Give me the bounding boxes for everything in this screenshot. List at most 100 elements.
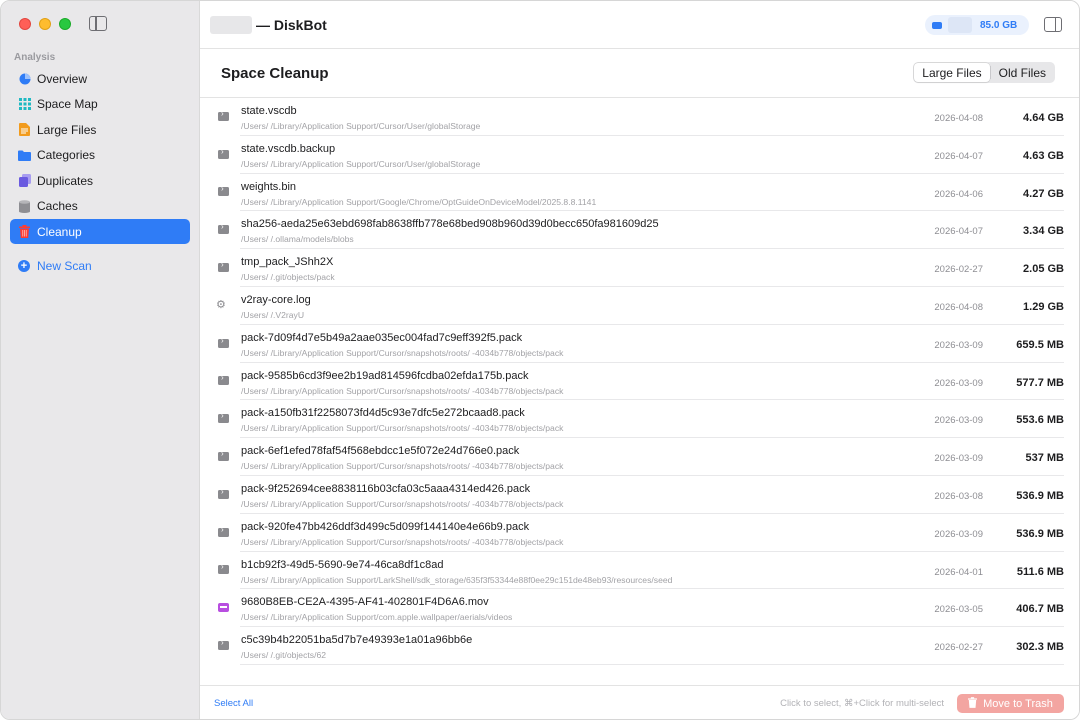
inspector-toggle-icon[interactable]	[1044, 17, 1062, 32]
file-path: /Users/ /Library/Application Support/com…	[241, 612, 513, 623]
file-name: pack-7d09f4d7e5b49a2aae035ec004fad7c9eff…	[241, 331, 523, 344]
table-row[interactable]: c5c39b4b22051ba5d7b7e49393e1a01a96bb6e /…	[200, 627, 1079, 665]
file-name: pack-6ef1efed78faf54f568ebdcc1e5f072e24d…	[241, 445, 520, 458]
close-window-button[interactable]	[19, 18, 31, 30]
plus-icon: +	[18, 260, 30, 272]
select-all-button[interactable]: Select All	[214, 698, 253, 709]
table-row[interactable]: state.vscdb /Users/ /Library/Application…	[200, 98, 1079, 136]
table-row[interactable]: pack-7d09f4d7e5b49a2aae035ec004fad7c9eff…	[200, 325, 1079, 363]
table-row[interactable]: tmp_pack_JShh2X /Users/ /.git/objects/pa…	[200, 249, 1079, 287]
table-row[interactable]: pack-6ef1efed78faf54f568ebdcc1e5f072e24d…	[200, 438, 1079, 476]
sidebar-item-label: Overview	[37, 71, 88, 86]
grid-icon	[18, 98, 31, 111]
table-row[interactable]: weights.bin /Users/ /Library/Application…	[200, 174, 1079, 212]
file-date: 2026-03-09	[934, 377, 983, 389]
file-size: 302.3 MB	[1016, 641, 1064, 654]
folder-icon	[218, 487, 229, 499]
file-name: pack-9585b6cd3f9ee2b19ad814596fcdba02efd…	[241, 369, 529, 382]
table-row[interactable]: 9680B8EB-CE2A-4395-AF41-402801F4D6A6.mov…	[200, 589, 1079, 628]
disk-icon	[932, 21, 942, 29]
app-window: Analysis Overview Space Map Large Files	[0, 0, 1080, 720]
file-path: /Users/ /.ollama/models/blobs	[241, 234, 354, 245]
file-date: 2026-02-27	[934, 264, 983, 276]
file-size: 536.9 MB	[1016, 527, 1064, 540]
document-icon	[18, 123, 31, 136]
file-date: 2026-03-09	[934, 528, 983, 540]
file-date: 2026-03-09	[934, 453, 983, 465]
sidebar-item-label: Caches	[37, 199, 78, 213]
window-controls	[19, 18, 71, 30]
duplicate-icon	[18, 174, 31, 187]
tab-large-files[interactable]: Large Files	[914, 63, 990, 82]
file-name: state.vscdb.backup	[241, 142, 336, 155]
folder-icon	[218, 336, 229, 348]
file-date: 2026-04-07	[934, 150, 983, 162]
file-path: /Users/ /Library/Application Support/Cur…	[241, 498, 564, 509]
table-row[interactable]: pack-9f252694cee8838116b03cfa03c5aaa4314…	[200, 476, 1079, 514]
file-name: 9680B8EB-CE2A-4395-AF41-402801F4D6A6.mov	[241, 596, 489, 609]
minimize-window-button[interactable]	[39, 18, 51, 30]
folder-icon	[218, 638, 229, 651]
sidebar-section-label: Analysis	[14, 52, 56, 63]
file-date: 2026-02-27	[934, 642, 983, 654]
zoom-window-button[interactable]	[59, 18, 71, 30]
trash-icon	[18, 225, 31, 238]
file-path: /Users/ /.git/objects/pack	[241, 272, 335, 283]
footer-bar: Select All Click to select, ⌘+Click for …	[200, 685, 1079, 719]
file-path: /Users/ /Library/Application Support/Cur…	[241, 385, 564, 396]
sidebar-item-overview[interactable]: Overview	[10, 66, 190, 91]
file-size: 2.05 GB	[1023, 263, 1064, 276]
table-row[interactable]: b1cb92f3-49d5-5690-9e74-46ca8df1c8ad /Us…	[200, 552, 1079, 590]
file-path: /Users/ /Library/Application Support/Cur…	[241, 461, 564, 472]
disk-status-badge[interactable]: 85.0 GB	[925, 15, 1029, 35]
folder-icon	[218, 411, 229, 424]
sidebar-item-label: Space Map	[37, 97, 98, 111]
file-path: /Users/ /.V2rayU	[241, 309, 305, 320]
file-path: /Users/ /Library/Application Support/Cur…	[241, 536, 564, 547]
table-row[interactable]: pack-a150fb31f2258073fd4d5c93e7dfc5e272b…	[200, 400, 1079, 439]
file-size: 659.5 MB	[1016, 338, 1064, 351]
sidebar-toggle-icon[interactable]	[89, 16, 107, 31]
titlebar: — DiskBot 85.0 GB	[200, 1, 1079, 49]
move-to-trash-button[interactable]: Move to Trash	[957, 694, 1064, 713]
file-name: c5c39b4b22051ba5d7b7e49393e1a01a96bb6e	[241, 634, 473, 647]
redacted-disk-name	[948, 17, 972, 33]
file-name: pack-a150fb31f2258073fd4d5c93e7dfc5e272b…	[241, 407, 525, 420]
folder-icon	[218, 184, 229, 197]
new-scan-button[interactable]: + New Scan	[18, 259, 92, 273]
file-name: tmp_pack_JShh2X	[241, 256, 334, 269]
table-row[interactable]: ⚙ v2ray-core.log /Users/ /.V2rayU 2026-0…	[200, 287, 1079, 325]
table-row[interactable]: pack-920fe47bb426ddf3d499c5d099f144140e4…	[200, 514, 1079, 552]
file-date: 2026-03-09	[934, 415, 983, 427]
page-header: Space Cleanup Large Files Old Files	[200, 49, 1079, 98]
tab-old-files[interactable]: Old Files	[991, 63, 1054, 82]
sidebar-item-duplicates[interactable]: Duplicates	[10, 168, 190, 193]
view-segmented-control: Large Files Old Files	[913, 62, 1055, 83]
table-row[interactable]: sha256-aeda25e63ebd698fab8638ffb778e68be…	[200, 211, 1079, 250]
folder-icon	[218, 260, 229, 273]
sidebar-item-categories[interactable]: Categories	[10, 143, 190, 168]
selection-hint: Click to select, ⌘+Click for multi-selec…	[780, 698, 944, 709]
sidebar-item-cleanup[interactable]: Cleanup	[10, 219, 190, 244]
table-row[interactable]: state.vscdb.backup /Users/ /Library/Appl…	[200, 136, 1079, 174]
window-title: — DiskBot	[256, 17, 327, 33]
gear-icon: ⚙	[216, 298, 226, 311]
file-list: state.vscdb /Users/ /Library/Application…	[200, 98, 1079, 680]
file-name: v2ray-core.log	[241, 293, 311, 306]
folder-icon	[18, 149, 31, 162]
table-row[interactable]: pack-9585b6cd3f9ee2b19ad814596fcdba02efd…	[200, 363, 1079, 401]
folder-icon	[218, 562, 229, 575]
file-name: sha256-aeda25e63ebd698fab8638ffb778e68be…	[241, 218, 659, 231]
cylinder-icon	[18, 199, 31, 213]
sidebar-item-caches[interactable]: Caches	[10, 194, 190, 219]
folder-icon	[218, 373, 229, 386]
row-divider	[240, 663, 1064, 665]
sidebar-item-space-map[interactable]: Space Map	[10, 92, 190, 117]
file-name: weights.bin	[241, 180, 297, 193]
file-size: 406.7 MB	[1016, 603, 1064, 616]
sidebar-item-large-files[interactable]: Large Files	[10, 117, 190, 142]
sidebar-item-label: Duplicates	[37, 173, 94, 188]
new-scan-label: New Scan	[37, 259, 92, 273]
sidebar-item-label: Cleanup	[37, 224, 82, 239]
file-path: /Users/ /Library/Application Support/Cur…	[241, 347, 564, 358]
